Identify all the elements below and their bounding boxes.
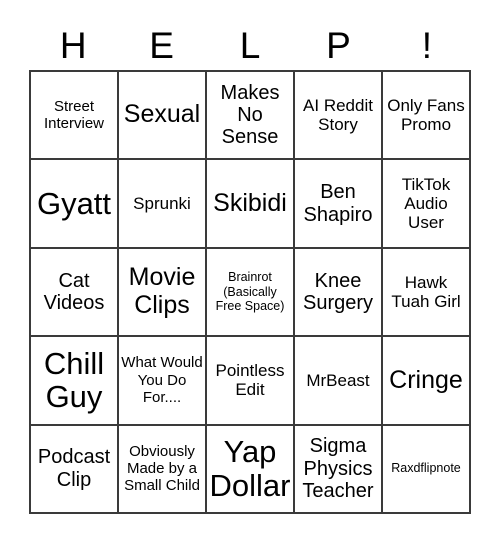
- bingo-cell-r3c4[interactable]: Cringe: [383, 337, 471, 426]
- bingo-cell-r2c0[interactable]: Cat Videos: [31, 248, 119, 338]
- bingo-cell-r2c3[interactable]: Knee Surgery: [295, 248, 383, 338]
- bingo-cell-r3c1[interactable]: What Would You Do For....: [119, 337, 207, 426]
- bingo-cell-label: Obviously Made by a Small Child: [124, 442, 200, 495]
- bingo-cell-r3c3[interactable]: MrBeast: [295, 337, 383, 426]
- bingo-cell-label: Raxdflipnote: [391, 461, 461, 476]
- bingo-row: Street Interview Sexual Makes No Sense A…: [31, 72, 471, 161]
- bingo-cell-label: Knee Surgery: [302, 269, 374, 314]
- bingo-header: H E L P !: [29, 20, 471, 70]
- bingo-cell-label: Gyatt: [36, 185, 112, 221]
- bingo-cell-r0c2[interactable]: Makes No Sense: [207, 72, 295, 161]
- bingo-header-letter-3: P: [326, 24, 351, 66]
- bingo-header-letter-2: L: [239, 24, 261, 66]
- bingo-header-letter-4: !: [421, 24, 432, 66]
- bingo-cell-label: Sprunki: [133, 193, 191, 213]
- bingo-cell-label: Sigma Physics Teacher: [302, 435, 374, 502]
- bingo-cell-label: Ben Shapiro: [303, 181, 373, 226]
- bingo-cell-label: Yap Dollar: [209, 434, 291, 503]
- bingo-header-letter-0: H: [59, 24, 87, 66]
- bingo-cell-label: MrBeast: [306, 370, 370, 390]
- bingo-cell-label: What Would You Do For....: [121, 354, 203, 407]
- bingo-cell-r1c2[interactable]: Skibidi: [207, 160, 295, 249]
- bingo-cell-r0c0[interactable]: Street Interview: [31, 72, 119, 161]
- bingo-cell-free-space[interactable]: Brainrot (Basically Free Space): [207, 248, 295, 338]
- bingo-cell-r1c0[interactable]: Gyatt: [31, 160, 119, 249]
- bingo-cell-label: Podcast Clip: [37, 446, 111, 491]
- bingo-header-letter-1: E: [149, 24, 174, 66]
- bingo-row: Podcast Clip Obviously Made by a Small C…: [31, 425, 471, 514]
- bingo-cell-label: TikTok Audio User: [401, 174, 451, 233]
- bingo-cell-label: Street Interview: [43, 97, 105, 133]
- bingo-row: Chill Guy What Would You Do For.... Poin…: [31, 337, 471, 426]
- bingo-row: Gyatt Sprunki Skibidi Ben Shapiro TikTok…: [31, 160, 471, 249]
- bingo-cell-r2c4[interactable]: Hawk Tuah Girl: [383, 248, 471, 338]
- bingo-cell-label: Brainrot (Basically Free Space): [215, 269, 285, 314]
- bingo-cell-label: Makes No Sense: [220, 81, 280, 149]
- bingo-cell-label: Cat Videos: [43, 269, 105, 314]
- bingo-cell-label: Sexual: [123, 100, 201, 129]
- bingo-cell-r2c1[interactable]: Movie Clips: [119, 248, 207, 338]
- bingo-cell-r4c3[interactable]: Sigma Physics Teacher: [295, 425, 383, 514]
- bingo-row: Cat Videos Movie Clips Brainrot (Basical…: [31, 248, 471, 338]
- bingo-cell-r3c0[interactable]: Chill Guy: [31, 337, 119, 426]
- bingo-cell-r1c4[interactable]: TikTok Audio User: [383, 160, 471, 249]
- bingo-cell-label: AI Reddit Story: [303, 95, 373, 135]
- bingo-cell-r4c1[interactable]: Obviously Made by a Small Child: [119, 425, 207, 514]
- bingo-card: H E L P ! Street Interview Sexual Makes …: [29, 20, 471, 514]
- bingo-cell-label: Hawk Tuah Girl: [391, 272, 461, 311]
- bingo-cell-r4c2[interactable]: Yap Dollar: [207, 425, 295, 514]
- bingo-cell-r1c3[interactable]: Ben Shapiro: [295, 160, 383, 249]
- bingo-cell-r0c4[interactable]: Only Fans Promo: [383, 72, 471, 161]
- bingo-cell-label: Chill Guy: [43, 345, 105, 415]
- bingo-cell-r4c0[interactable]: Podcast Clip: [31, 425, 119, 514]
- bingo-cell-r1c1[interactable]: Sprunki: [119, 160, 207, 249]
- bingo-cell-label: Cringe: [389, 365, 463, 394]
- bingo-cell-r3c2[interactable]: Pointless Edit: [207, 337, 295, 426]
- bingo-cell-r4c4[interactable]: Raxdflipnote: [383, 425, 471, 514]
- bingo-cell-label: Movie Clips: [128, 263, 196, 319]
- bingo-cell-r0c1[interactable]: Sexual: [119, 72, 207, 161]
- bingo-cell-label: Only Fans Promo: [387, 95, 465, 135]
- bingo-cell-label: Pointless Edit: [215, 360, 285, 400]
- bingo-cell-label: Skibidi: [213, 188, 287, 217]
- bingo-cell-r0c3[interactable]: AI Reddit Story: [295, 72, 383, 161]
- bingo-grid: Street Interview Sexual Makes No Sense A…: [29, 70, 471, 514]
